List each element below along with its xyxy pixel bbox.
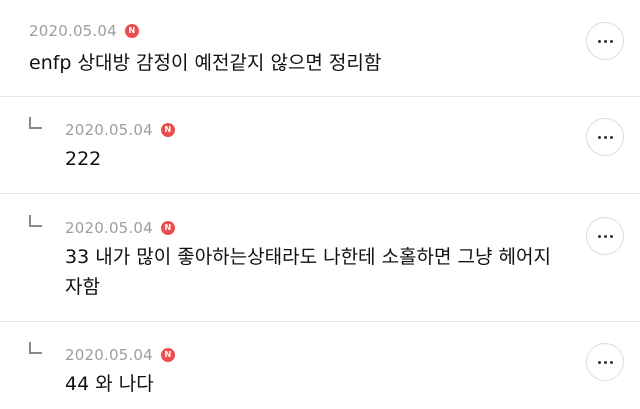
comment-date: 2020.05.04 (65, 219, 153, 237)
comment-date: 2020.05.04 (29, 22, 117, 40)
more-horizontal-icon (597, 39, 601, 43)
comment-meta: 2020.05.04 N (29, 20, 139, 42)
comment-text: 33 내가 많이 좋아하는상태라도 나한테 소홀하면 그냥 헤어지 자함 (65, 246, 551, 298)
more-options-button[interactable] (586, 217, 624, 255)
comment-text: 44 와 나다 (65, 373, 154, 395)
comment-meta: 2020.05.04 N (65, 344, 175, 366)
comment-meta: 2020.05.04 N (65, 119, 175, 141)
comment-text: 222 (65, 148, 102, 170)
new-badge: N (160, 221, 175, 235)
more-options-button[interactable] (586, 343, 624, 381)
comment-date: 2020.05.04 (65, 121, 153, 139)
reply-arrow-icon (29, 342, 42, 354)
new-badge: N (124, 24, 139, 38)
more-options-button[interactable] (586, 118, 624, 156)
comment-text: enfp 상대방 감정이 예전같지 않으면 정리함 (29, 52, 382, 74)
more-horizontal-icon (597, 360, 601, 364)
more-options-button[interactable] (586, 22, 624, 60)
comment-meta: 2020.05.04 N (65, 217, 175, 239)
new-badge: N (160, 348, 175, 362)
more-horizontal-icon (597, 135, 601, 139)
new-badge: N (160, 123, 175, 137)
reply-item: 2020.05.04 N 222 (0, 97, 640, 194)
comment-date: 2020.05.04 (65, 346, 153, 364)
reply-item: 2020.05.04 N 44 와 나다 (0, 322, 640, 409)
reply-arrow-icon (29, 215, 42, 227)
reply-arrow-icon (29, 117, 42, 129)
more-horizontal-icon (597, 234, 601, 238)
reply-item: 2020.05.04 N 33 내가 많이 좋아하는상태라도 나한테 소홀하면 … (0, 194, 640, 322)
comment-item: 2020.05.04 N enfp 상대방 감정이 예전같지 않으면 정리함 (0, 0, 640, 97)
